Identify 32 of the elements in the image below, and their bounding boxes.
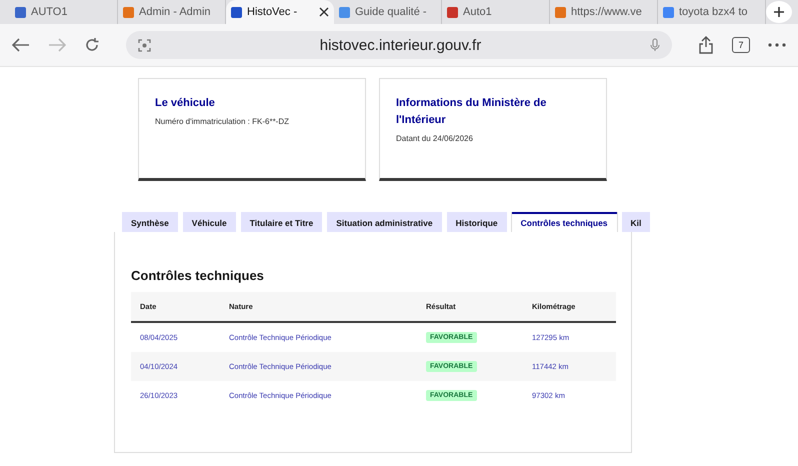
- favicon-icon: [663, 6, 674, 18]
- card-title: Le véhicule: [155, 96, 216, 111]
- reload-button[interactable]: [84, 37, 100, 53]
- tab-count-button[interactable]: 7: [732, 37, 750, 53]
- card-title: Informations du Ministère de l'Intérieur: [396, 96, 548, 128]
- url-text: histovec.interieur.gouv.fr: [318, 36, 482, 54]
- favicon-icon: [555, 6, 566, 18]
- card-text: Datant du 24/06/2026: [396, 134, 474, 143]
- page-tab[interactable]: Véhicule: [182, 212, 236, 232]
- back-button[interactable]: [12, 38, 30, 52]
- browser-tab[interactable]: HistoVec -: [226, 0, 334, 24]
- close-icon[interactable]: [319, 7, 329, 17]
- microphone-icon[interactable]: [650, 38, 660, 52]
- favicon-icon: [15, 6, 26, 18]
- more-button[interactable]: [768, 43, 786, 47]
- page-tab[interactable]: Kil: [622, 212, 650, 232]
- favicon-icon: [447, 6, 458, 18]
- page-tab[interactable]: Historique: [446, 212, 507, 232]
- favicon-icon: [123, 6, 134, 18]
- address-bar[interactable]: histovec.interieur.gouv.fr: [126, 31, 672, 59]
- plus-icon: [773, 6, 785, 18]
- favicon-icon: [231, 6, 242, 18]
- page-tab[interactable]: Situation administrative: [327, 212, 442, 232]
- card-text: Numéro d'immatriculation : FK-6**-DZ: [155, 117, 290, 126]
- page-tab[interactable]: Titulaire et Titre: [240, 212, 322, 232]
- share-button[interactable]: [698, 36, 714, 54]
- page-tab[interactable]: Synthèse: [122, 212, 178, 232]
- section-title: Contrôles techniques: [131, 268, 265, 283]
- favicon-icon: [339, 6, 350, 18]
- scan-icon[interactable]: [138, 38, 151, 52]
- new-tab-button[interactable]: [766, 1, 792, 23]
- page-tab[interactable]: Contrôles techniques: [512, 212, 617, 232]
